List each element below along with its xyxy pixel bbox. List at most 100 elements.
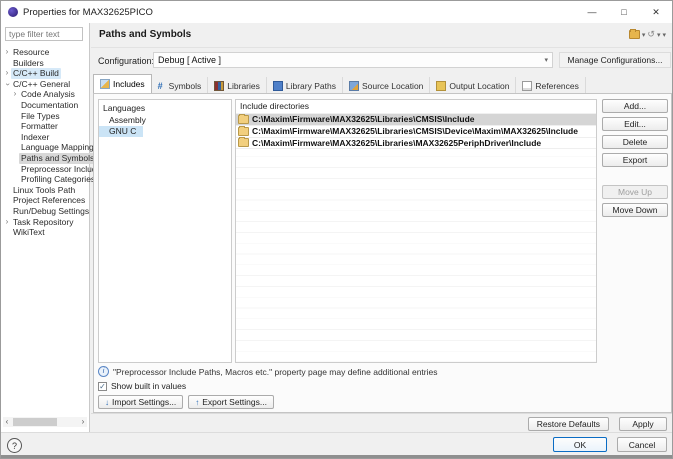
language-item-assembly[interactable]: Assembly (99, 115, 231, 126)
export-icon: ↑ (195, 398, 199, 407)
page-header: Paths and Symbols ▾ ↺ ▾ ▾ (91, 23, 673, 48)
sidebar-item-wikitext[interactable]: WikiText (1, 227, 89, 238)
window-bottom-edge (1, 455, 673, 458)
import-settings-button[interactable]: ↓Import Settings... (98, 395, 183, 409)
move-down-button[interactable]: Move Down (602, 203, 668, 217)
include-row[interactable]: C:\Maxim\Firmware\MAX32625\Libraries\CMS… (236, 126, 596, 138)
configuration-label: Configuration: (98, 56, 154, 66)
expand-icon[interactable]: › (3, 68, 11, 79)
configuration-value: Debug [ Active ] (158, 55, 221, 65)
spacer (602, 171, 668, 185)
close-icon[interactable]: ✕ (640, 1, 672, 23)
tab-libraries[interactable]: Libraries (208, 77, 267, 94)
move-up-button[interactable]: Move Up (602, 185, 668, 199)
add-button[interactable]: Add... (602, 99, 668, 113)
sidebar-item-resource[interactable]: ›Resource (1, 47, 89, 58)
include-folder-icon (238, 138, 249, 147)
info-text: "Preprocessor Include Paths, Macros etc.… (113, 367, 437, 377)
header-toolbar: ▾ ↺ ▾ ▾ (629, 29, 666, 40)
tab-symbols[interactable]: #Symbols (152, 77, 209, 94)
languages-list: Languages Assembly GNU C (98, 99, 232, 363)
include-folder-icon (238, 127, 249, 136)
filter-input[interactable] (5, 27, 83, 41)
tab-output-location[interactable]: Output Location (430, 77, 516, 94)
sidebar-item-project-references[interactable]: Project References (1, 195, 89, 206)
scrollbar-thumb[interactable] (13, 418, 57, 426)
sidebar-item-language-mappings[interactable]: Language Mappings (1, 142, 89, 153)
sidebar-item-indexer[interactable]: Indexer (1, 132, 89, 143)
divider (91, 413, 673, 414)
include-folder-icon (238, 115, 249, 124)
info-icon: i (98, 366, 109, 377)
manage-configurations-button[interactable]: Manage Configurations... (559, 52, 671, 68)
expand-icon[interactable]: › (11, 89, 19, 100)
apply-row: Restore Defaults Apply (90, 417, 667, 431)
sidebar-item-cpp-general[interactable]: ›C/C++ General (1, 79, 89, 90)
ok-button[interactable]: OK (553, 437, 607, 452)
library-paths-icon (273, 81, 283, 91)
minimize-icon[interactable]: — (576, 1, 608, 23)
includes-icon (100, 79, 110, 89)
dropdown-icon[interactable]: ▾ (657, 31, 661, 39)
export-settings-button[interactable]: ↑Export Settings... (188, 395, 274, 409)
scroll-right-icon[interactable]: › (79, 417, 87, 427)
show-builtin-checkbox[interactable]: ✓ (98, 382, 107, 391)
sidebar-item-linux-tools-path[interactable]: Linux Tools Path (1, 185, 89, 196)
view-menu-icon[interactable] (629, 30, 640, 39)
edit-button[interactable]: Edit... (602, 117, 668, 131)
source-location-icon (349, 81, 359, 91)
sidebar-item-profiling-categories[interactable]: Profiling Categories (1, 174, 89, 185)
dropdown-icon[interactable]: ▾ (662, 31, 666, 39)
include-directories-body: C:\Maxim\Firmware\MAX32625\Libraries\CMS… (236, 114, 596, 362)
settings-buttons: ↓Import Settings... ↑Export Settings... (98, 395, 274, 409)
tab-source-location[interactable]: Source Location (343, 77, 430, 94)
sidebar-item-task-repository[interactable]: ›Task Repository (1, 217, 89, 228)
sidebar-item-formatter[interactable]: Formatter (1, 121, 89, 132)
sidebar-horizontal-scrollbar[interactable]: ‹ › (3, 417, 87, 427)
references-icon (522, 81, 532, 91)
include-row[interactable]: C:\Maxim\Firmware\MAX32625\Libraries\MAX… (236, 138, 596, 150)
divider (1, 432, 673, 433)
language-item-gnu-c[interactable]: GNU C (99, 126, 143, 137)
sidebar-item-builders[interactable]: Builders (1, 58, 89, 69)
help-button[interactable]: ? (7, 438, 22, 453)
cancel-button[interactable]: Cancel (617, 437, 667, 452)
show-builtin-row: ✓ Show built in values (98, 381, 186, 391)
output-location-icon (436, 81, 446, 91)
include-directories-header[interactable]: Include directories (236, 100, 596, 114)
sidebar-item-paths-and-symbols[interactable]: Paths and Symbols (1, 153, 89, 164)
include-row[interactable]: C:\Maxim\Firmware\MAX32625\Libraries\CMS… (236, 114, 596, 126)
collapse-icon[interactable]: › (2, 80, 13, 88)
configuration-select[interactable]: Debug [ Active ] ▾ (153, 52, 553, 68)
libraries-icon (214, 81, 224, 91)
sidebar-item-preprocessor-include[interactable]: Preprocessor Include (1, 164, 89, 175)
chevron-down-icon: ▾ (544, 56, 548, 64)
tab-library-paths[interactable]: Library Paths (267, 77, 343, 94)
show-builtin-label[interactable]: Show built in values (111, 381, 186, 391)
dialog-buttons: OK Cancel (553, 437, 667, 452)
dropdown-icon[interactable]: ▾ (642, 31, 646, 39)
export-button[interactable]: Export (602, 153, 668, 167)
include-directories-table: Include directories C:\Maxim\Firmware\MA… (235, 99, 597, 363)
expand-icon[interactable]: › (3, 217, 11, 228)
expand-icon[interactable]: › (3, 47, 11, 58)
sidebar-item-run-debug-settings[interactable]: Run/Debug Settings (1, 206, 89, 217)
maximize-icon[interactable]: □ (608, 1, 640, 23)
properties-dialog: Properties for MAX32625PICO — □ ✕ ›Resou… (0, 0, 673, 459)
delete-button[interactable]: Delete (602, 135, 668, 149)
properties-tree: ›Resource Builders ›C/C++ Build ›C/C++ G… (1, 47, 89, 238)
sidebar-item-code-analysis[interactable]: ›Code Analysis (1, 89, 89, 100)
history-back-icon[interactable]: ↺ (647, 29, 655, 40)
includes-tab-panel: Languages Assembly GNU C Include directo… (93, 93, 672, 413)
sidebar-item-cpp-build[interactable]: ›C/C++ Build (1, 68, 89, 79)
sidebar-item-file-types[interactable]: File Types (1, 111, 89, 122)
tab-references[interactable]: References (516, 77, 585, 94)
scroll-left-icon[interactable]: ‹ (3, 417, 11, 427)
import-icon: ↓ (105, 398, 109, 407)
restore-defaults-button[interactable]: Restore Defaults (528, 417, 609, 431)
tab-includes[interactable]: Includes (93, 74, 152, 94)
window-title: Properties for MAX32625PICO (23, 7, 153, 18)
hash-icon: # (158, 81, 166, 91)
apply-button[interactable]: Apply (619, 417, 667, 431)
sidebar-item-documentation[interactable]: Documentation (1, 100, 89, 111)
